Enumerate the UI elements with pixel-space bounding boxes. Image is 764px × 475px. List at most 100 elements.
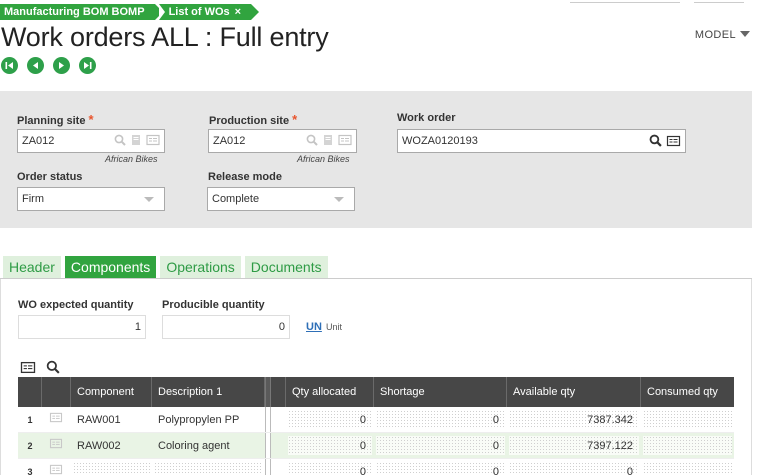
next-record-button[interactable] [53,57,70,74]
row-detail-icon[interactable] [42,459,71,475]
chevron-down-icon [334,197,344,202]
component-cell[interactable]: RAW002 [71,433,152,458]
column-shortage[interactable]: Shortage [374,377,507,407]
close-icon[interactable]: × [235,6,241,18]
search-icon[interactable] [114,134,126,146]
search-icon[interactable] [306,134,318,146]
previous-record-button[interactable] [27,57,44,74]
work-order-label: Work order [397,112,456,124]
release-mode-label: Release mode [208,171,282,183]
description-cell[interactable]: Coloring agent [152,433,265,458]
required-mark: * [88,112,94,127]
last-icon [84,62,92,69]
detail-icon[interactable] [338,134,352,146]
tab-components[interactable]: Components [64,256,157,278]
available-qty-cell[interactable]: 0 [509,462,639,475]
column-qty-allocated[interactable]: Qty allocated [286,377,374,407]
breadcrumb-label: Manufacturing BOM BOMP [4,6,145,18]
wo-expected-quantity-label: WO expected quantity [18,299,134,311]
tab-header[interactable]: Header [3,256,61,278]
planning-site-field[interactable]: ZA012 [17,129,165,153]
production-site-description: African Bikes [297,154,350,164]
spacer-cell [271,433,286,458]
first-icon [5,62,13,69]
consumed-qty-cell[interactable] [643,436,732,455]
row-number: 2 [27,441,33,451]
table-row[interactable]: 3 0 0 0 [18,459,734,475]
table-row[interactable]: 1 RAW001 Polypropylen PP 0 0 7387.342 [18,407,734,433]
breadcrumb-label: List of WOs [168,6,230,18]
shortage-cell[interactable]: 0 [376,410,505,429]
previous-icon [33,62,38,69]
page-title: Work orders ALL : Full entry [1,22,329,52]
record-navigation [1,57,96,74]
component-cell[interactable] [73,462,150,475]
column-available-qty[interactable]: Available qty [507,377,641,407]
component-cell[interactable]: RAW001 [71,407,152,432]
producible-quantity-field[interactable]: 0 [162,315,290,339]
row-detail-icon[interactable] [42,433,71,458]
column-consumed-qty[interactable]: Consumed qty [641,377,734,407]
detail-icon[interactable] [20,361,36,374]
column-component[interactable]: Component [71,377,152,407]
release-mode-select[interactable]: Complete [207,187,355,211]
row-detail-icon[interactable] [42,407,71,432]
toolbar-divider [694,0,744,3]
last-record-button[interactable] [79,57,96,74]
column-description[interactable]: Description 1 [152,377,265,407]
search-icon[interactable] [46,360,60,374]
breadcrumb-item-list-of-wos[interactable]: List of WOs × [158,4,259,20]
description-cell[interactable] [154,462,263,475]
description-cell[interactable]: Polypropylen PP [152,407,265,432]
order-status-label: Order status [17,171,83,183]
breadcrumb: Manufacturing BOM BOMP List of WOs × [0,4,259,20]
available-qty-cell[interactable]: 7397.122 [509,436,639,455]
spacer-cell [271,459,286,475]
breadcrumb-item-bom[interactable]: Manufacturing BOM BOMP [0,4,163,20]
row-action-header [42,377,71,407]
first-record-button[interactable] [1,57,18,74]
document-icon[interactable] [130,134,142,146]
planning-site-value: ZA012 [22,135,55,147]
release-mode-value: Complete [212,193,260,205]
required-mark: * [292,112,298,127]
production-site-label: Production site * [209,112,298,127]
table-row[interactable]: 2 RAW002 Coloring agent 0 0 7397.122 [18,433,734,459]
order-status-select[interactable]: Firm [17,187,165,211]
consumed-qty-cell[interactable] [643,410,732,429]
available-qty-cell[interactable]: 7387.342 [509,410,639,429]
document-icon[interactable] [322,134,334,146]
grid-toolbar [20,360,60,374]
shortage-cell[interactable]: 0 [376,462,505,475]
unit-label: Unit [326,322,343,332]
model-label: MODEL [694,29,736,41]
spacer-cell [271,407,286,432]
planning-site-label: Planning site * [17,112,94,127]
shortage-cell[interactable]: 0 [376,436,505,455]
detail-icon[interactable] [146,134,160,146]
row-number: 1 [27,415,33,425]
search-icon[interactable] [649,134,662,147]
selection-panel: Planning site * ZA012 African Bikes Prod… [0,91,752,228]
chevron-down-icon [144,197,154,202]
model-menu[interactable]: MODEL [695,29,750,41]
qty-allocated-cell[interactable]: 0 [288,462,372,475]
tab-operations[interactable]: Operations [160,256,241,278]
chevron-down-icon [740,31,750,37]
work-order-value: WOZA0120193 [402,135,478,147]
section-tabs: Header Components Operations Documents [3,256,328,278]
tab-documents[interactable]: Documents [244,256,328,278]
producible-quantity-label: Producible quantity [162,299,265,311]
grid-header: Component Description 1 Qty allocated Sh… [18,377,734,407]
production-site-field[interactable]: ZA012 [208,129,357,153]
qty-allocated-cell[interactable]: 0 [288,410,372,429]
planning-site-description: African Bikes [105,154,158,164]
production-site-value: ZA012 [213,135,246,147]
unit-code-link[interactable]: UN [306,321,322,333]
wo-expected-quantity-field[interactable]: 1 [18,315,146,339]
detail-icon[interactable] [666,135,681,147]
spacer-header [271,377,286,407]
work-order-field[interactable]: WOZA0120193 [397,129,686,153]
qty-allocated-cell[interactable]: 0 [288,436,372,455]
consumed-qty-cell[interactable] [643,462,732,475]
